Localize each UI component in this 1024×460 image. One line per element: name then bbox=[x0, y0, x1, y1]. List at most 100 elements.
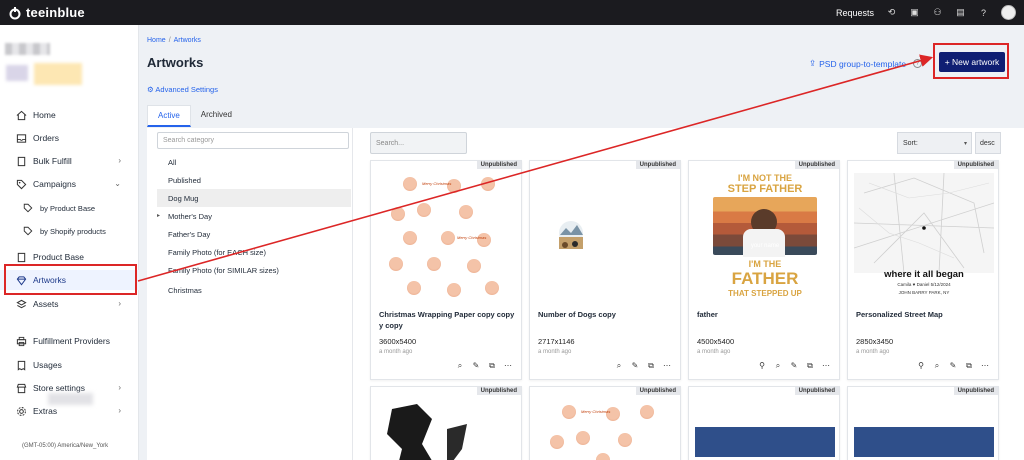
document-icon bbox=[15, 155, 27, 167]
artwork-card[interactable]: Unpublished bbox=[847, 386, 999, 460]
category-item-mothers-day[interactable]: ▸ Mother's Day bbox=[157, 207, 351, 225]
edit-icon[interactable]: ✎ bbox=[471, 361, 481, 371]
preview-icon[interactable]: ⌕ bbox=[614, 361, 624, 371]
category-item[interactable]: Dog Mug bbox=[157, 189, 351, 207]
sidebar-item-fulfillment-providers[interactable]: Fulfillment Providers bbox=[0, 331, 139, 351]
help-icon[interactable]: ? bbox=[913, 59, 923, 68]
sidebar-item-campaigns[interactable]: Campaigns ⌄ bbox=[0, 174, 139, 194]
edit-icon[interactable]: ✎ bbox=[630, 361, 640, 371]
main-content: Home / Artworks Artworks ⚙ Advanced Settin… bbox=[139, 25, 1024, 460]
avatar[interactable] bbox=[1001, 5, 1016, 20]
category-item[interactable]: Christmas bbox=[157, 281, 351, 299]
chevron-right-icon: › bbox=[118, 299, 121, 308]
expand-triangle-icon[interactable]: ▸ bbox=[157, 212, 160, 219]
artwork-name[interactable]: Personalized Street Map bbox=[856, 309, 994, 320]
sidebar-item-orders[interactable]: Orders bbox=[0, 128, 139, 148]
status-badge: Unpublished bbox=[635, 387, 680, 395]
sort-direction-button[interactable]: desc bbox=[975, 132, 1001, 154]
category-item[interactable]: Family Photo (for EACH size) bbox=[157, 243, 351, 261]
duplicate-icon[interactable]: ⧉ bbox=[646, 361, 656, 371]
art-text: Camila ♥ Daniel 5/12/2024 bbox=[897, 282, 951, 287]
blurred-text bbox=[48, 393, 93, 405]
breadcrumb-home[interactable]: Home bbox=[147, 37, 166, 44]
sort-select[interactable]: Sort: ▾ bbox=[897, 132, 972, 154]
store-icon bbox=[15, 382, 27, 394]
advanced-settings-link[interactable]: ⚙ Advanced Settings bbox=[147, 85, 218, 94]
artwork-thumbnail bbox=[536, 173, 676, 303]
category-item[interactable]: Published bbox=[157, 171, 351, 189]
artwork-name[interactable]: father bbox=[697, 309, 835, 320]
more-icon[interactable]: ⋯ bbox=[821, 361, 831, 371]
inbox-icon bbox=[15, 132, 27, 144]
history-icon[interactable]: ⟲ bbox=[886, 7, 897, 18]
sidebar-item-label: Usages bbox=[33, 360, 62, 370]
status-badge: Unpublished bbox=[953, 387, 998, 395]
psd-link-label: PSD group-to-template bbox=[819, 58, 907, 69]
box-icon[interactable]: ▣ bbox=[909, 7, 920, 18]
preview-icon[interactable]: ⌕ bbox=[773, 361, 783, 371]
tab-active[interactable]: Active bbox=[147, 105, 191, 127]
artwork-card[interactable]: Unpublished bbox=[370, 386, 522, 460]
artwork-size: 3600x5400 bbox=[379, 337, 417, 346]
timezone-label: (GMT-05:00) America/New_York bbox=[22, 443, 109, 449]
more-icon[interactable]: ⋯ bbox=[980, 361, 990, 371]
gear-icon: ⚙ bbox=[147, 85, 154, 94]
gear-icon bbox=[15, 405, 27, 417]
art-text: JOHN BARRY PARK, NY bbox=[898, 290, 950, 295]
artwork-card[interactable]: Unpublished bbox=[688, 386, 840, 460]
sidebar-item-usages[interactable]: Usages bbox=[0, 355, 139, 375]
artwork-size: 2717x1146 bbox=[538, 337, 575, 346]
help-icon[interactable]: ? bbox=[978, 7, 989, 18]
artwork-card[interactable]: Unpublished where it all began Camila ♥ … bbox=[847, 160, 999, 380]
printer-icon bbox=[15, 335, 27, 347]
sidebar-item-bulk-fulfill[interactable]: Bulk Fulfill › bbox=[0, 151, 139, 171]
artwork-card[interactable]: Unpublished Merry Christmas Merry Christ… bbox=[370, 160, 522, 380]
rocket-icon[interactable]: ⚲ bbox=[757, 361, 767, 371]
rocket-icon[interactable]: ⚲ bbox=[916, 361, 926, 371]
sidebar-item-home[interactable]: Home bbox=[0, 105, 139, 125]
brand-name: teeinblue bbox=[26, 5, 85, 20]
artwork-name[interactable]: Number of Dogs copy bbox=[538, 309, 676, 320]
duplicate-icon[interactable]: ⧉ bbox=[487, 361, 497, 371]
advanced-settings-label: Advanced Settings bbox=[155, 85, 218, 94]
category-item[interactable]: All bbox=[157, 153, 351, 171]
more-icon[interactable]: ⋯ bbox=[503, 361, 513, 371]
layers-icon bbox=[15, 298, 27, 310]
sidebar-item-label: Assets bbox=[33, 299, 59, 309]
brand-logo[interactable]: teeinblue bbox=[8, 5, 85, 20]
upload-icon: ⇪ bbox=[809, 58, 817, 68]
category-item[interactable]: Father's Day bbox=[157, 225, 351, 243]
artwork-search-input[interactable]: Search... bbox=[370, 132, 467, 154]
chevron-right-icon: › bbox=[118, 406, 121, 415]
chat-icon[interactable]: ▤ bbox=[955, 7, 966, 18]
sidebar-item-label: by Shopify products bbox=[40, 226, 106, 236]
psd-group-to-template-link[interactable]: ⇪ PSD group-to-template ? bbox=[809, 58, 923, 69]
preview-icon[interactable]: ⌕ bbox=[932, 361, 942, 371]
users-icon[interactable]: ⚇ bbox=[932, 7, 943, 18]
artwork-name[interactable]: Christmas Wrapping Paper copy copy y cop… bbox=[379, 309, 517, 331]
edit-icon[interactable]: ✎ bbox=[789, 361, 799, 371]
sidebar-item-by-product-base[interactable]: by Product Base bbox=[0, 198, 139, 218]
more-icon[interactable]: ⋯ bbox=[662, 361, 672, 371]
status-badge: Unpublished bbox=[635, 161, 680, 169]
artwork-card[interactable]: Unpublished I'M NOT THE STEP FATHER your… bbox=[688, 160, 840, 380]
duplicate-icon[interactable]: ⧉ bbox=[805, 361, 815, 371]
tab-archived[interactable]: Archived bbox=[191, 105, 242, 127]
preview-icon[interactable]: ⌕ bbox=[455, 361, 465, 371]
category-item[interactable]: Family Photo (for SIMILAR sizes) bbox=[157, 261, 351, 279]
duplicate-icon[interactable]: ⧉ bbox=[964, 361, 974, 371]
sidebar-item-assets[interactable]: Assets › bbox=[0, 294, 139, 314]
store-avatar-blurred bbox=[6, 65, 28, 81]
requests-link[interactable]: Requests bbox=[836, 8, 874, 18]
edit-icon[interactable]: ✎ bbox=[948, 361, 958, 371]
art-text: THAT STEPPED UP bbox=[728, 289, 802, 298]
tag-icon bbox=[15, 178, 27, 190]
artwork-card[interactable]: Unpublished Merry Christmas bbox=[529, 386, 681, 460]
artwork-updated-time: a month ago bbox=[697, 349, 731, 355]
sidebar-item-by-shopify-products[interactable]: by Shopify products bbox=[0, 221, 139, 241]
breadcrumb-current[interactable]: Artworks bbox=[174, 37, 201, 44]
category-search-input[interactable]: Search category bbox=[157, 132, 349, 149]
card-actions: ⌕ ✎ ⧉ ⋯ bbox=[455, 361, 513, 371]
chevron-right-icon: › bbox=[118, 383, 121, 392]
artwork-card[interactable]: Unpublished Number of Dogs copy 2717x114… bbox=[529, 160, 681, 380]
